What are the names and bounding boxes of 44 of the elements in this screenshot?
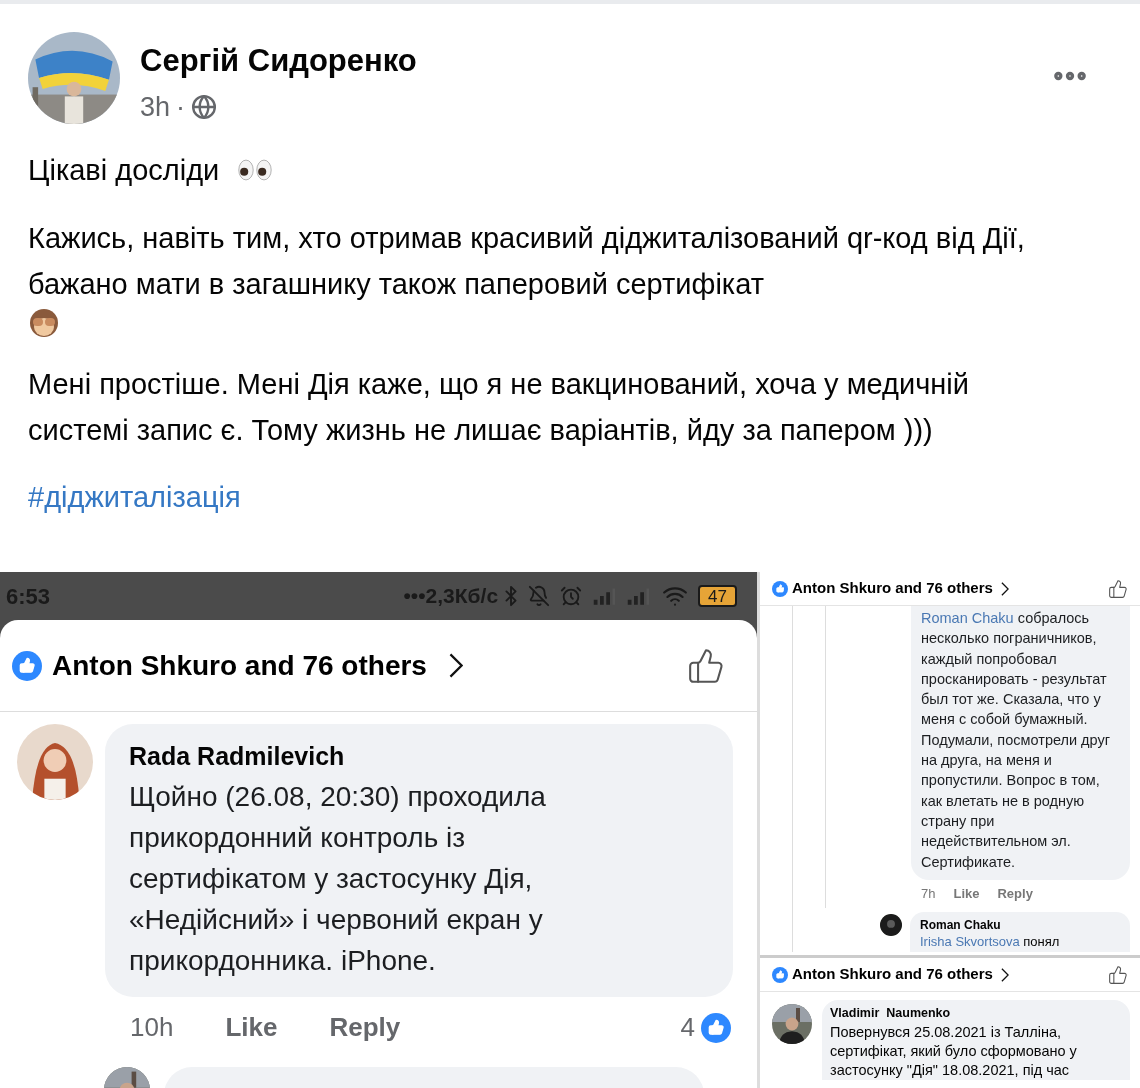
comment-line: Повернувся 25.08.2021 із Талліна, — [830, 1022, 1063, 1042]
chevron-right-icon — [448, 653, 463, 678]
monkey-icon — [28, 307, 60, 339]
like-link[interactable]: Like — [225, 1008, 278, 1047]
globe-icon — [191, 93, 218, 120]
eyes-icon — [237, 158, 274, 182]
comment-text: Roman Chaku собралось несколько пограничников, каждый попробовал просканировать - результат был тот же. Сказала, что у меня с собой бумажный. Подумали, посмотрели друг на друга, на меня и пропустили. Вопрос в том, как влетать не в родную страну при недействительном эл. Сертификате. — [911, 606, 1130, 880]
like-link[interactable]: Like — [953, 884, 980, 904]
comment-text: Щойно (26.08, 20:30) проходила прикордонний контроль із сертифікатом у застосунку Дія, «Недійсний» і червоний екран у прикордонника. iPhone. — [129, 779, 547, 978]
battery-level: 47 — [698, 585, 737, 607]
thumbs-up-icon[interactable] — [1108, 578, 1128, 599]
like-badge-icon — [772, 966, 788, 983]
mention-link[interactable]: Irisha Skvortsova — [920, 933, 1020, 949]
comment-time: 10h — [130, 1011, 174, 1044]
post-time[interactable]: 3h — [140, 86, 171, 127]
comment-text: Irisha Skvortsova понял — [920, 933, 1061, 950]
reply-link[interactable]: Reply — [997, 884, 1033, 904]
alarm-icon — [560, 585, 583, 607]
commenter-name[interactable]: Roman Chaku — [920, 915, 1120, 934]
commenter-name[interactable]: Rada Radmilevich — [129, 738, 613, 776]
post-paragraph: Мені простіше. Мені Дія каже, що я не вакцинований, хоча у медичній системі запис є. Тому жизнь не лишає варіантів, йду за папером ))) — [28, 368, 969, 446]
commenter-name[interactable]: Vladimir Naumenko — [830, 1004, 1122, 1023]
author-name[interactable]: Сергій Сидоренко — [140, 38, 417, 85]
muted-bell-icon — [528, 585, 551, 607]
comment-time: 7h — [921, 885, 936, 904]
reply-link[interactable]: Reply — [329, 1008, 401, 1047]
mention-link[interactable]: Roman Chaku — [921, 610, 1014, 626]
chevron-right-icon — [1000, 581, 1009, 596]
like-badge-icon — [772, 580, 788, 597]
thumbs-up-icon[interactable] — [1108, 964, 1128, 985]
reactions-summary[interactable]: Anton Shkuro and 76 others — [792, 577, 993, 600]
thumbs-up-icon[interactable] — [687, 646, 725, 685]
separator: · — [176, 90, 186, 124]
comment-line: сертифікат, який було сформовано у — [830, 1041, 1078, 1061]
like-badge-icon — [701, 1012, 731, 1043]
post-paragraph: Кажись, навіть тим, хто отримав красивий діджиталізований qr-код від Дії, бажано мати в загашнику також паперовий сертифікат — [28, 222, 1025, 300]
chevron-right-icon — [1000, 967, 1009, 982]
reactions-summary[interactable]: Anton Shkuro and 76 others — [792, 963, 993, 986]
post-paragraph: Цікаві досліди — [28, 154, 221, 186]
like-count: 4 — [680, 1011, 695, 1044]
hashtag-link[interactable]: #діджиталізація — [28, 475, 241, 519]
like-badge-icon — [12, 650, 42, 681]
reactions-summary[interactable]: Anton Shkuro and 76 others — [52, 644, 427, 687]
comment-line: застосунку "Дія" 18.08.2021, під час — [830, 1060, 1071, 1080]
